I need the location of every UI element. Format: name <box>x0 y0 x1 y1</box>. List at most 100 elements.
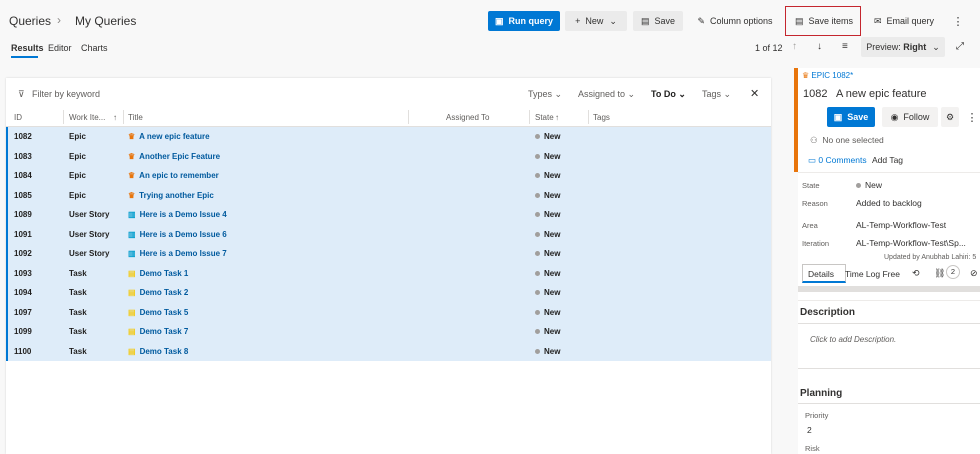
reason-field[interactable]: Added to backlog <box>856 198 922 208</box>
sort-ascending-icon: ↑ <box>113 113 117 122</box>
clipboard-icon: ▤ <box>128 327 136 336</box>
table-row[interactable]: 1092 User Story ▥ Here is a Demo Issue 7 New <box>6 244 771 264</box>
state-dot <box>535 231 540 237</box>
row-title-link[interactable]: ▥ Here is a Demo Issue 4 <box>128 210 227 219</box>
row-id: 1092 <box>14 249 32 258</box>
col-work-item-type[interactable]: Work Ite... <box>69 113 105 122</box>
table-row[interactable]: 1083 Epic ♛ Another Epic Feature New <box>6 146 771 166</box>
row-type: User Story <box>69 249 110 258</box>
table-row[interactable]: 1089 User Story ▥ Here is a Demo Issue 4 New <box>6 205 771 225</box>
table-row[interactable]: 1100 Task ▤ Demo Task 8 New <box>6 341 771 361</box>
state-value: New <box>865 180 883 190</box>
filter-icon[interactable]: ≡ <box>842 41 848 52</box>
filter-assigned-to[interactable]: Assigned to ⌄ <box>578 89 635 100</box>
row-title-link[interactable]: ▥ Here is a Demo Issue 6 <box>128 230 227 239</box>
crown-icon: ♛ <box>128 132 136 141</box>
state-dot <box>535 134 540 140</box>
chevron-down-icon: ⌄ <box>627 89 636 99</box>
col-title[interactable]: Title <box>128 113 143 122</box>
row-state-value: New <box>544 288 561 297</box>
table-row[interactable]: 1097 Task ▤ Demo Task 5 New <box>6 302 771 322</box>
priority-field[interactable]: 2 <box>807 425 812 435</box>
table-row[interactable]: 1085 Epic ♛ Trying another Epic New <box>6 185 771 205</box>
table-row[interactable]: 1099 Task ▤ Demo Task 7 New <box>6 322 771 342</box>
preview-pane-dropdown[interactable]: Preview: Right ⌄ <box>861 37 945 57</box>
follow-button[interactable]: ◉ Follow <box>882 107 938 127</box>
col-state[interactable]: State <box>535 113 554 122</box>
more-icon[interactable]: ⋮ <box>967 107 978 127</box>
filter-types[interactable]: Types ⌄ <box>528 89 562 100</box>
row-title-link[interactable]: ♛ Another Epic Feature <box>128 152 220 161</box>
area-field[interactable]: AL-Temp-Workflow-Test <box>856 220 946 230</box>
row-title-link[interactable]: ▥ Here is a Demo Issue 7 <box>128 249 227 258</box>
divider <box>798 172 980 173</box>
iteration-label: Iteration <box>802 239 830 248</box>
email-query-button[interactable]: ✉ Email query <box>868 11 940 31</box>
row-state: New <box>535 152 560 161</box>
work-item-title[interactable]: A new epic feature <box>836 88 927 100</box>
filter-bar: ⊽ Filter by keyword Types ⌄ Assigned to … <box>6 78 771 108</box>
row-title-link[interactable]: ▤ Demo Task 7 <box>128 327 188 336</box>
row-title-link[interactable]: ♛ An epic to remember <box>128 171 219 180</box>
history-icon[interactable]: ⟲ <box>912 268 920 279</box>
breadcrumb-queries[interactable]: Queries <box>9 14 51 28</box>
tabs-scrollbar[interactable] <box>798 286 980 292</box>
col-assigned-to[interactable]: Assigned To <box>446 113 489 122</box>
state-dot <box>535 251 540 257</box>
row-title-link[interactable]: ♛ Trying another Epic <box>128 191 214 200</box>
description-editor[interactable]: Click to add Description. <box>810 335 896 344</box>
row-title-link[interactable]: ▤ Demo Task 8 <box>128 347 188 356</box>
close-icon[interactable]: ✕ <box>750 87 759 100</box>
col-id[interactable]: ID <box>14 113 22 122</box>
clipboard-icon: ▤ <box>128 268 136 278</box>
add-tag-button[interactable]: Add Tag <box>872 155 903 165</box>
save-button[interactable]: ▤ Save <box>633 11 683 31</box>
page-title[interactable]: My Queries <box>75 14 136 28</box>
state-dot <box>535 309 540 315</box>
save-items-button[interactable]: ▤ Save items <box>790 11 858 31</box>
arrow-down-icon[interactable]: ↓ <box>817 41 822 52</box>
tab-results[interactable]: Results <box>11 43 44 53</box>
new-button[interactable]: + New ⌄ <box>565 11 627 31</box>
save-label: Save <box>654 16 676 26</box>
row-title-link[interactable]: ▤ Demo Task 5 <box>128 308 188 317</box>
state-dot <box>535 153 540 159</box>
area-label: Area <box>802 221 818 230</box>
tab-editor[interactable]: Editor <box>48 43 72 53</box>
attachment-icon[interactable]: ⊘ <box>970 268 978 279</box>
filter-state[interactable]: To Do ⌄ <box>651 89 686 100</box>
row-title-link[interactable]: ▤ Demo Task 1 <box>128 269 188 278</box>
book-icon: ▥ <box>128 249 136 258</box>
run-query-button[interactable]: ▣ Run query <box>488 11 560 31</box>
table-row[interactable]: 1082 Epic ♛ A new epic feature New <box>6 127 771 147</box>
expand-icon[interactable]: ⤢ <box>956 41 964 52</box>
state-dot <box>535 290 540 296</box>
assigned-to-field[interactable]: ⚇ No one selected <box>810 135 884 146</box>
tab-charts[interactable]: Charts <box>81 43 108 53</box>
preview-save-button[interactable]: ▣ Save <box>827 107 875 127</box>
table-row[interactable]: 1094 Task ▤ Demo Task 2 New <box>6 283 771 303</box>
tab-time-log[interactable]: Time Log Free <box>845 269 900 279</box>
filter-keyword-input[interactable]: Filter by keyword <box>32 89 100 99</box>
save-icon: ▤ <box>794 15 804 26</box>
comments-link[interactable]: ▭ 0 Comments <box>808 155 867 166</box>
col-tags[interactable]: Tags <box>593 113 610 122</box>
table-row[interactable]: 1093 Task ▤ Demo Task 1 New <box>6 263 771 283</box>
filter-tags[interactable]: Tags ⌄ <box>702 89 731 100</box>
row-title-link[interactable]: ▤ Demo Task 2 <box>128 288 188 297</box>
gear-icon[interactable]: ⚙ <box>941 107 959 127</box>
table-row[interactable]: 1091 User Story ▥ Here is a Demo Issue 6 New <box>6 224 771 244</box>
row-state-value: New <box>544 132 561 141</box>
table-row[interactable]: 1084 Epic ♛ An epic to remember New <box>6 166 771 186</box>
arrow-up-icon[interactable]: ↑ <box>792 41 797 52</box>
state-field[interactable]: New <box>856 180 882 190</box>
column-options-label: Column options <box>710 16 773 26</box>
crown-icon: ♛ <box>128 190 136 200</box>
column-options-button[interactable]: ✎ Column options <box>690 11 780 31</box>
row-id: 1091 <box>14 229 32 239</box>
more-actions-button[interactable]: ⋮ <box>950 11 966 31</box>
iteration-field[interactable]: AL-Temp-Workflow-Test\Sp... <box>856 238 966 248</box>
crown-icon: ♛ <box>802 71 810 80</box>
link-icon[interactable]: ⛓ <box>934 268 945 279</box>
row-title-link[interactable]: ♛ A new epic feature <box>128 132 210 141</box>
